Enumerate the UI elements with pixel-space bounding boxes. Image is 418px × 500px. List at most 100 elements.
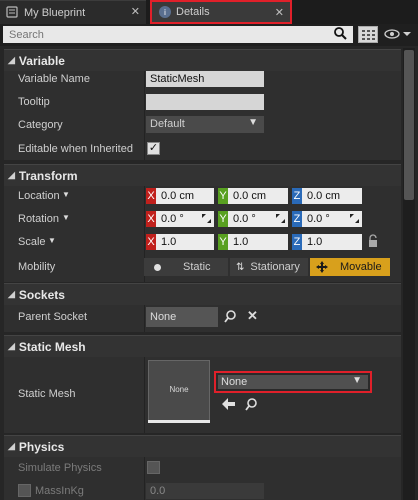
label-variable-name: Variable Name	[18, 73, 90, 85]
tab-details[interactable]: i Details ✕	[150, 0, 292, 24]
dropdown-arrow-icon[interactable]: ▼	[48, 236, 56, 245]
section-header-physics[interactable]: ◢ Physics	[4, 435, 401, 457]
mobility-static-button[interactable]: Static	[144, 258, 228, 276]
view-options-button[interactable]	[358, 26, 378, 43]
chevron-down-icon: ▼	[248, 117, 258, 128]
search-icon[interactable]	[334, 27, 347, 40]
section-title-transform: Transform	[18, 168, 78, 183]
search-icon[interactable]	[224, 310, 237, 323]
tab-my-blueprint[interactable]: My Blueprint ✕	[0, 0, 146, 24]
rotation-x-value: 0.0 °	[161, 213, 184, 225]
tab-details-label: Details	[176, 6, 210, 18]
axis-z-label: Z	[292, 211, 302, 227]
category-dropdown[interactable]: Default ▼	[146, 116, 264, 133]
label-mass-in-kg: MassInKg	[35, 485, 84, 497]
axis-z-label: Z	[292, 234, 302, 250]
section-title-static-mesh: Static Mesh	[18, 339, 86, 354]
mobility-stationary-label: Stationary	[250, 261, 300, 273]
dropdown-arrow-icon[interactable]: ▼	[62, 190, 70, 199]
eye-icon[interactable]	[384, 27, 412, 41]
rotation-z-input[interactable]: 0.0 °	[302, 211, 362, 227]
scale-x-input[interactable]: 1.0	[156, 234, 214, 250]
mobility-movable-label: Movable	[340, 261, 382, 273]
collapse-arrow-icon[interactable]: ◢	[8, 170, 15, 181]
scale-y-input[interactable]: 1.0	[228, 234, 288, 250]
spin-arrows-icon[interactable]	[350, 214, 359, 223]
label-category: Category	[18, 119, 63, 131]
section-title-sockets: Sockets	[18, 287, 65, 302]
svg-text:i: i	[164, 8, 166, 17]
label-scale: Scale	[18, 236, 46, 248]
axis-z-label: Z	[292, 188, 302, 204]
stationary-icon: ⇅	[236, 261, 245, 273]
mobility-stationary-button[interactable]: ⇅ Stationary	[230, 258, 308, 276]
static-mesh-dropdown[interactable]: None ▼	[214, 371, 372, 393]
tooltip-input[interactable]	[146, 94, 264, 110]
rotation-y-input[interactable]: 0.0 °	[228, 211, 288, 227]
search-input[interactable]	[3, 26, 353, 43]
axis-x-label: X	[146, 188, 156, 204]
section-header-static-mesh[interactable]: ◢ Static Mesh	[4, 335, 401, 357]
use-selected-arrow-icon[interactable]	[222, 398, 236, 410]
static-mesh-value: None	[221, 376, 248, 388]
variable-name-input[interactable]: StaticMesh	[146, 71, 264, 87]
axis-x-label: X	[146, 234, 156, 250]
move-arrows-icon	[316, 261, 328, 273]
blueprint-icon	[6, 6, 18, 18]
browse-search-icon[interactable]	[245, 398, 258, 411]
label-editable-when-inherited: Editable when Inherited	[18, 143, 133, 155]
close-icon[interactable]: ✕	[275, 6, 284, 19]
section-header-sockets[interactable]: ◢ Sockets	[4, 283, 401, 305]
mobility-selector: Static ⇅ Stationary Movable	[144, 258, 390, 276]
axis-x-label: X	[146, 211, 156, 227]
tab-my-blueprint-label: My Blueprint	[24, 6, 86, 19]
simulate-physics-checkbox[interactable]	[147, 461, 160, 474]
location-x-input[interactable]: 0.0 cm	[156, 188, 214, 204]
clear-icon[interactable]: ✕	[247, 308, 258, 324]
label-static-mesh: Static Mesh	[18, 388, 76, 400]
mass-in-kg-checkbox[interactable]	[18, 484, 31, 497]
static-icon	[154, 263, 161, 271]
label-rotation: Rotation	[18, 213, 59, 225]
mass-in-kg-input[interactable]: 0.0	[146, 483, 264, 499]
label-parent-socket: Parent Socket	[18, 311, 88, 323]
axis-y-label: Y	[218, 211, 228, 227]
close-icon[interactable]: ✕	[131, 5, 140, 18]
spin-arrows-icon[interactable]	[276, 214, 285, 223]
axis-y-label: Y	[218, 234, 228, 250]
dropdown-arrow-icon[interactable]: ▼	[62, 213, 70, 222]
location-z-input[interactable]: 0.0 cm	[302, 188, 362, 204]
label-tooltip: Tooltip	[18, 96, 50, 108]
section-title-variable: Variable	[18, 53, 65, 68]
collapse-arrow-icon[interactable]: ◢	[8, 341, 15, 352]
collapse-arrow-icon[interactable]: ◢	[8, 55, 15, 66]
rotation-z-value: 0.0 °	[307, 213, 330, 225]
spin-arrows-icon[interactable]	[202, 214, 211, 223]
collapse-arrow-icon[interactable]: ◢	[8, 441, 15, 452]
tab-bar: My Blueprint ✕ i Details ✕	[0, 0, 418, 24]
label-simulate-physics: Simulate Physics	[18, 462, 102, 474]
collapse-arrow-icon[interactable]: ◢	[8, 289, 15, 300]
category-value: Default	[150, 118, 185, 130]
static-mesh-thumbnail[interactable]: None	[148, 360, 210, 422]
details-icon: i	[159, 6, 171, 18]
search-row	[0, 24, 418, 46]
mobility-movable-button[interactable]: Movable	[310, 258, 390, 276]
lock-icon[interactable]	[368, 234, 378, 248]
rotation-x-input[interactable]: 0.0 °	[156, 211, 214, 227]
thumbnail-bar	[148, 420, 210, 423]
rotation-y-value: 0.0 °	[233, 213, 256, 225]
parent-socket-field[interactable]: None	[146, 307, 218, 327]
section-header-variable[interactable]: ◢ Variable	[4, 49, 401, 71]
chevron-down-icon: ▼	[352, 375, 362, 386]
scale-z-input[interactable]: 1.0	[302, 234, 362, 250]
location-y-input[interactable]: 0.0 cm	[228, 188, 288, 204]
section-header-transform[interactable]: ◢ Transform	[4, 164, 401, 186]
label-location: Location	[18, 190, 60, 202]
mobility-static-label: Static	[183, 261, 211, 273]
section-title-physics: Physics	[18, 439, 65, 454]
axis-y-label: Y	[218, 188, 228, 204]
editable-when-inherited-checkbox[interactable]: ✓	[147, 142, 160, 155]
label-mobility: Mobility	[18, 261, 56, 273]
scrollbar-thumb[interactable]	[404, 50, 414, 200]
